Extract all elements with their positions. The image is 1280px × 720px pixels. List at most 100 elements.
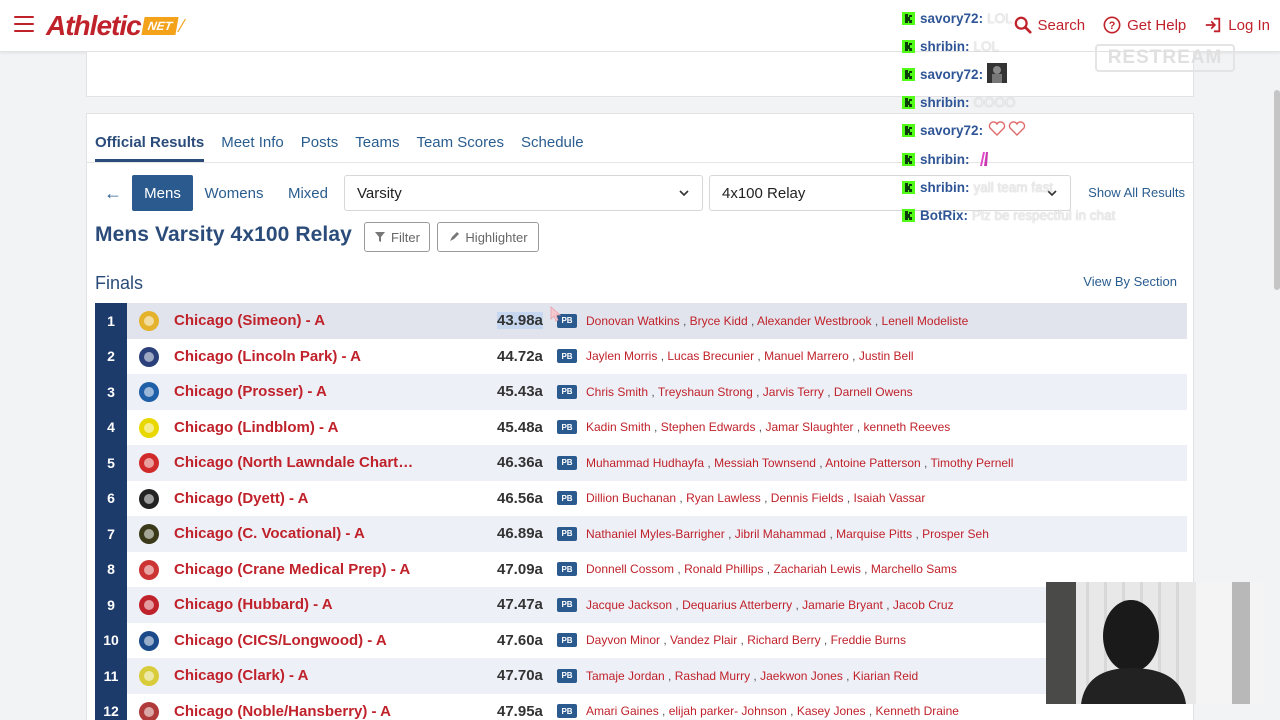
team-name-link[interactable]: Chicago (C. Vocational) - A — [174, 525, 365, 542]
athlete-name-link[interactable]: Dayvon Minor — [586, 633, 660, 647]
athlete-name-link[interactable]: Jamar Slaughter — [765, 420, 853, 434]
athlete-name-link[interactable]: Kiarian Reid — [853, 669, 918, 683]
athlete-name-link[interactable]: Donovan Watkins — [586, 314, 680, 328]
athlete-name-link[interactable]: Muhammad Hudhayfa — [586, 456, 704, 470]
athlete-name-link[interactable]: Messiah Townsend — [714, 456, 816, 470]
back-arrow-icon[interactable]: ← — [95, 175, 131, 211]
filter-button[interactable]: Filter — [364, 222, 430, 252]
athlete-name-link[interactable]: Stephen Edwards — [661, 420, 756, 434]
athlete-name-link[interactable]: Tamaje Jordan — [586, 669, 665, 683]
chat-username[interactable]: shribin — [920, 180, 965, 195]
athlete-name-link[interactable]: Amari Gaines — [586, 704, 659, 718]
athlete-name-link[interactable]: Manuel Marrero — [764, 349, 849, 363]
team-name-link[interactable]: Chicago (Clark) - A — [174, 667, 308, 684]
athlete-name-link[interactable]: Jacob Cruz — [893, 598, 954, 612]
athlete-name-link[interactable]: Alexander Westbrook — [757, 314, 872, 328]
athlete-name-link[interactable]: Darnell Owens — [834, 385, 913, 399]
log-in-link[interactable]: Log In — [1204, 16, 1270, 34]
athlete-name-link[interactable]: Lucas Brecunier — [667, 349, 754, 363]
show-all-results-link[interactable]: Show All Results — [1088, 185, 1185, 200]
athlete-name-link[interactable]: Vandez Plair — [670, 633, 737, 647]
athlete-name-link[interactable]: Dillion Buchanan — [586, 491, 676, 505]
athlete-name-link[interactable]: Treyshaun Strong — [658, 385, 753, 399]
athlete-name-link[interactable]: Marchello Sams — [871, 562, 957, 576]
athlete-name-link[interactable]: Isaiah Vassar — [854, 491, 926, 505]
gender-womens-button[interactable]: Womens — [199, 175, 269, 211]
chat-username[interactable]: savory72 — [920, 11, 979, 26]
team-name-link[interactable]: Chicago (Simeon) - A — [174, 312, 325, 329]
team-logo[interactable] — [137, 345, 161, 369]
athlete-name-link[interactable]: Rashad Murry — [675, 669, 750, 683]
athlete-name-link[interactable]: Freddie Burns — [831, 633, 906, 647]
athlete-name-link[interactable]: Bryce Kidd — [690, 314, 748, 328]
athleticnet-logo[interactable]: Athletic NET ⁄ — [46, 10, 184, 42]
team-logo[interactable] — [137, 487, 161, 511]
athlete-name-link[interactable]: Lenell Modeliste — [882, 314, 969, 328]
tab-teams[interactable]: Teams — [355, 134, 399, 162]
athlete-name-link[interactable]: Jarvis Terry — [763, 385, 824, 399]
athlete-name-link[interactable]: Ronald Phillips — [684, 562, 763, 576]
menu-icon[interactable] — [14, 16, 34, 34]
athlete-name-link[interactable]: Antoine Patterson — [825, 456, 920, 470]
team-logo[interactable] — [137, 309, 161, 333]
team-logo[interactable] — [137, 380, 161, 404]
chat-username[interactable]: shribin — [920, 152, 965, 167]
view-by-section-link[interactable]: View By Section — [1083, 274, 1177, 289]
chat-username[interactable]: savory72 — [920, 123, 979, 138]
team-logo[interactable] — [137, 593, 161, 617]
team-logo[interactable] — [137, 451, 161, 475]
chat-username[interactable]: savory72 — [920, 67, 979, 82]
division-select[interactable]: Varsity — [344, 175, 703, 211]
athlete-name-link[interactable]: Kasey Jones — [797, 704, 866, 718]
team-logo[interactable] — [137, 700, 161, 720]
athlete-name-link[interactable]: kenneth Reeves — [864, 420, 951, 434]
team-name-link[interactable]: Chicago (Dyett) - A — [174, 490, 308, 507]
athlete-name-link[interactable]: Justin Bell — [859, 349, 914, 363]
page-scrollbar[interactable] — [1274, 90, 1280, 290]
team-logo[interactable] — [137, 416, 161, 440]
athlete-name-link[interactable]: Jamarie Bryant — [802, 598, 883, 612]
athlete-name-link[interactable]: Nathaniel Myles-Barrigher — [586, 527, 725, 541]
athlete-name-link[interactable]: Prosper Seh — [922, 527, 989, 541]
team-logo[interactable] — [137, 558, 161, 582]
team-name-link[interactable]: Chicago (Noble/Hansberry) - A — [174, 703, 391, 720]
tab-posts[interactable]: Posts — [301, 134, 339, 162]
chat-username[interactable]: BotRix — [920, 208, 964, 223]
team-name-link[interactable]: Chicago (Lincoln Park) - A — [174, 348, 361, 365]
athlete-name-link[interactable]: Richard Berry — [747, 633, 820, 647]
athlete-name-link[interactable]: Kadin Smith — [586, 420, 651, 434]
athlete-name-link[interactable]: Dennis Fields — [771, 491, 844, 505]
athlete-name-link[interactable]: Ryan Lawless — [686, 491, 761, 505]
athlete-name-link[interactable]: Zachariah Lewis — [773, 562, 860, 576]
tab-meet-info[interactable]: Meet Info — [221, 134, 284, 162]
team-name-link[interactable]: Chicago (Hubbard) - A — [174, 596, 333, 613]
athlete-name-link[interactable]: Jaekwon Jones — [760, 669, 843, 683]
team-name-link[interactable]: Chicago (CICS/Longwood) - A — [174, 632, 387, 649]
team-name-link[interactable]: Chicago (North Lawndale Charter)… — [174, 454, 419, 471]
get-help-link[interactable]: ? Get Help — [1103, 16, 1186, 34]
team-name-link[interactable]: Chicago (Crane Medical Prep) - A — [174, 561, 410, 578]
team-name-link[interactable]: Chicago (Prosser) - A — [174, 383, 327, 400]
gender-mens-button[interactable]: Mens — [132, 175, 193, 211]
chat-username[interactable]: shribin — [920, 95, 965, 110]
athlete-name-link[interactable]: Jacque Jackson — [586, 598, 672, 612]
athlete-name-link[interactable]: Donnell Cossom — [586, 562, 674, 576]
gender-mixed-button[interactable]: Mixed — [277, 175, 339, 211]
athlete-name-link[interactable]: Jaylen Morris — [586, 349, 657, 363]
tab-official-results[interactable]: Official Results — [95, 134, 205, 162]
athlete-name-link[interactable]: Dequarius Atterberry — [682, 598, 792, 612]
athlete-name-link[interactable]: Chris Smith — [586, 385, 648, 399]
team-logo[interactable] — [137, 522, 161, 546]
athlete-name-link[interactable]: Jibril Mahammad — [735, 527, 826, 541]
athlete-name-link[interactable]: Timothy Pernell — [930, 456, 1013, 470]
athlete-name-link[interactable]: elijah parker- Johnson — [669, 704, 787, 718]
team-name-link[interactable]: Chicago (Lindblom) - A — [174, 419, 338, 436]
chat-username[interactable]: shribin — [920, 39, 965, 54]
highlighter-button[interactable]: Highlighter — [437, 222, 539, 252]
team-logo[interactable] — [137, 629, 161, 653]
athlete-name-link[interactable]: Kenneth Draine — [876, 704, 959, 718]
team-logo[interactable] — [137, 664, 161, 688]
tab-team-scores[interactable]: Team Scores — [416, 134, 504, 162]
athlete-name-link[interactable]: Marquise Pitts — [836, 527, 912, 541]
tab-schedule[interactable]: Schedule — [521, 134, 584, 162]
